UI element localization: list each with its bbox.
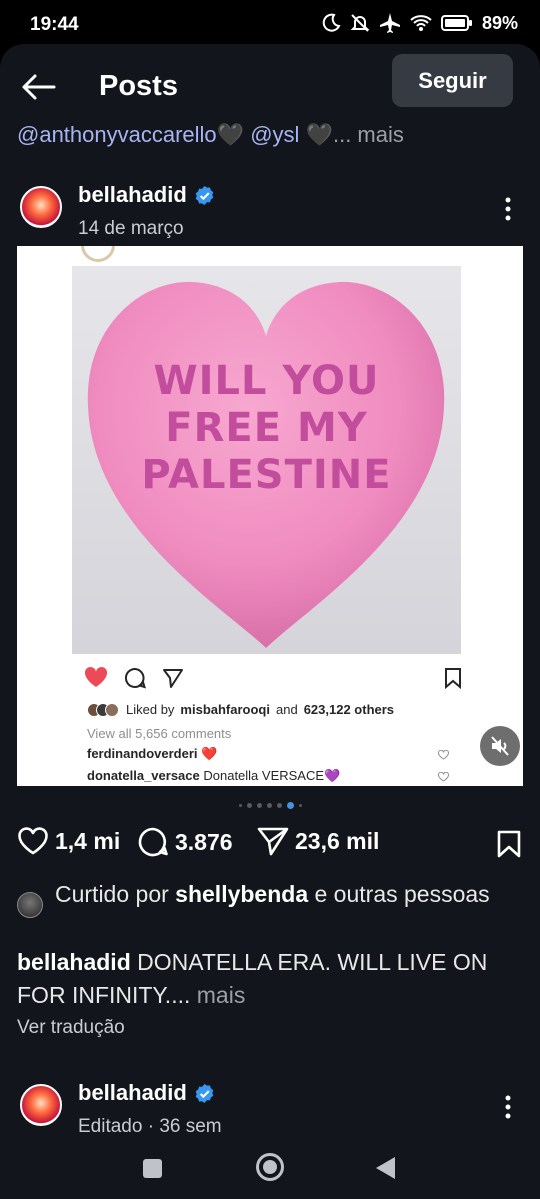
mention-link[interactable]: @ysl	[250, 122, 299, 147]
post-author[interactable]: bellahadid	[78, 1080, 215, 1106]
post-caption: bellahadid DONATELLA ERA. WILL LIVE ON F…	[17, 946, 523, 1012]
page-title: Posts	[99, 70, 178, 102]
next-post-header: bellahadid Editado · 36 sem	[0, 1074, 540, 1144]
like-button[interactable]: 1,4 mi	[17, 826, 120, 856]
verified-badge-icon	[195, 185, 214, 205]
more-link[interactable]: ... mais	[333, 122, 404, 147]
verified-badge-icon	[195, 1083, 214, 1103]
share-count: 23,6 mil	[295, 827, 380, 854]
airplane-icon	[379, 13, 400, 33]
post-meta: Editado · 36 sem	[78, 1116, 222, 1137]
liked-prefix: Liked by	[126, 702, 175, 717]
small-heart-icon	[438, 772, 449, 782]
carousel-dot	[256, 802, 262, 808]
see-translation-link[interactable]: Ver tradução	[17, 1017, 125, 1039]
system-nav-bar	[0, 1144, 540, 1199]
status-icons: 89%	[321, 12, 518, 34]
comment-text: ❤️	[201, 746, 218, 761]
embedded-avatar	[81, 246, 115, 262]
small-heart-icon	[438, 750, 449, 760]
liker-avatar	[17, 892, 43, 918]
carousel-dot	[238, 803, 242, 807]
embedded-actions	[84, 664, 462, 694]
embedded-likes: Liked by misbahfarooqi and 623,122 other…	[87, 702, 394, 717]
share-button[interactable]: 23,6 mil	[257, 826, 379, 856]
post-header: bellahadid 14 de março	[0, 176, 540, 246]
back-triangle-icon[interactable]	[376, 1157, 395, 1179]
bookmark-icon[interactable]	[497, 830, 521, 858]
comment-icon	[124, 667, 146, 689]
speaker-muted-icon	[491, 736, 509, 756]
carousel-indicator	[0, 800, 540, 810]
post-image[interactable]: WILL YOU FREE MY PALESTINE Liked by misb…	[17, 246, 523, 786]
wifi-icon	[410, 15, 432, 31]
heart-icon	[18, 827, 48, 855]
caption-username[interactable]: bellahadid	[17, 949, 131, 975]
comment-user: ferdinandoverderi	[87, 746, 198, 761]
liked-by-prefix: Curtido por	[55, 881, 169, 907]
heart-text-line: WILL YOU	[153, 358, 380, 404]
more-options-icon[interactable]	[498, 196, 518, 222]
comment-button[interactable]: 3.876	[137, 826, 233, 858]
liked-by-user[interactable]: shellybenda	[175, 881, 308, 907]
carousel-dot	[298, 803, 302, 807]
app-screen: Posts Seguir @anthonyvaccarello🖤 @ysl 🖤.…	[0, 44, 540, 1199]
avatar[interactable]	[20, 1084, 62, 1126]
back-arrow-icon[interactable]	[20, 72, 56, 102]
heart-text-line: PALESTINE	[141, 452, 392, 498]
more-options-icon[interactable]	[498, 1094, 518, 1120]
post-actions: 1,4 mi 3.876 23,6 mil	[17, 826, 523, 866]
post-author[interactable]: bellahadid	[78, 182, 215, 208]
view-all-comments: View all 5,656 comments	[87, 726, 232, 741]
heart-text-line: FREE MY	[165, 405, 368, 451]
liked-user: misbahfarooqi	[180, 702, 270, 717]
home-icon[interactable]	[256, 1153, 284, 1181]
battery-icon	[440, 15, 472, 31]
carousel-dot	[266, 802, 272, 808]
carousel-dot	[246, 802, 252, 808]
embedded-comment: ferdinandoverderi ❤️	[87, 746, 217, 762]
like-count: 1,4 mi	[55, 827, 121, 854]
black-heart-emoji: 🖤	[216, 122, 245, 147]
avatar[interactable]	[20, 186, 62, 228]
status-time: 19:44	[30, 14, 79, 35]
red-heart-icon	[84, 666, 108, 687]
caption-more-link[interactable]: mais	[197, 982, 246, 1008]
username[interactable]: bellahadid	[78, 182, 187, 208]
post-date: 14 de março	[78, 218, 184, 239]
carousel-dot-active	[286, 801, 294, 809]
comment-count: 3.876	[175, 828, 233, 855]
status-bar: 19:44 89%	[0, 0, 540, 50]
mention-link[interactable]: @anthonyvaccarello	[17, 122, 217, 147]
liked-count: 623,122 others	[303, 702, 395, 717]
recent-apps-icon[interactable]	[143, 1159, 162, 1178]
liked-and: and	[276, 702, 298, 717]
liked-by-text[interactable]: Curtido por shellybenda e outras pessoas	[55, 878, 523, 911]
username[interactable]: bellahadid	[78, 1080, 187, 1106]
comment-icon	[138, 827, 168, 857]
follow-button[interactable]: Seguir	[392, 54, 513, 107]
mini-avatars	[87, 702, 119, 717]
share-icon	[163, 669, 183, 688]
black-heart-emoji: 🖤	[305, 122, 333, 147]
muted-bell-icon	[350, 14, 370, 32]
candy-heart-photo: WILL YOU FREE MY PALESTINE	[72, 266, 461, 654]
battery-percent: 89%	[481, 12, 518, 33]
embedded-comment: donatella_versace Donatella VERSACE💜	[87, 768, 340, 784]
heart-text: WILL YOU FREE MY PALESTINE	[72, 358, 461, 499]
liked-by: Curtido por shellybenda e outras pessoas	[17, 878, 523, 918]
share-icon	[257, 827, 289, 856]
carousel-dot	[276, 802, 282, 808]
mute-button[interactable]	[480, 726, 520, 766]
comment-text: Donatella VERSACE💜	[203, 768, 341, 783]
top-bar: Posts Seguir	[0, 44, 540, 124]
previous-caption: @anthonyvaccarello🖤 @ysl 🖤... mais	[17, 122, 404, 148]
liked-by-suffix: e outras pessoas	[314, 881, 490, 907]
comment-user: donatella_versace	[87, 768, 200, 783]
bookmark-icon	[445, 668, 461, 689]
do-not-disturb-icon	[322, 13, 341, 32]
